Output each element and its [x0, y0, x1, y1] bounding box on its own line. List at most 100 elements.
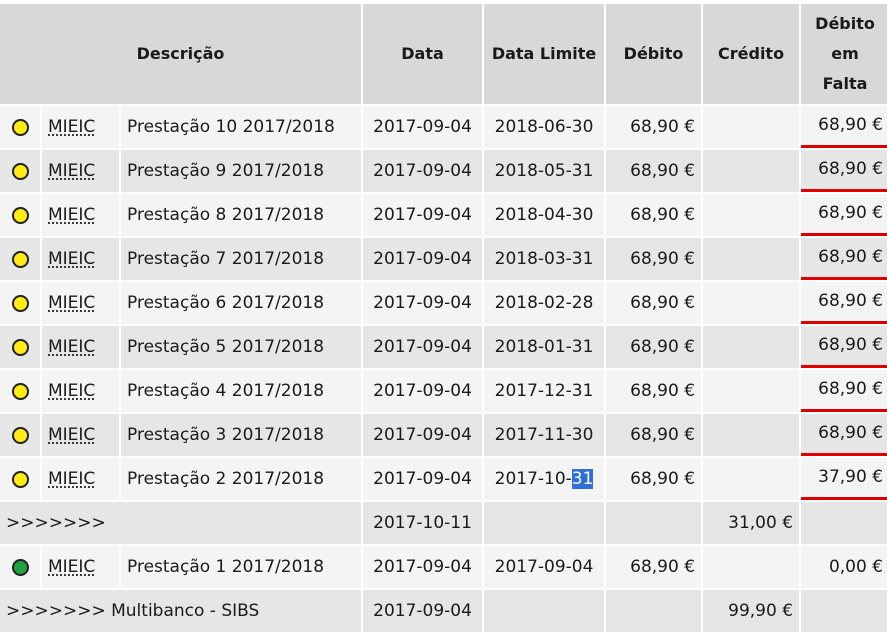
credit-cell	[703, 236, 800, 280]
debit-cell: 68,90 €	[606, 280, 702, 324]
course-cell: MIEIC	[42, 236, 119, 280]
status-cell	[0, 368, 40, 412]
pending-status-icon	[11, 382, 29, 400]
description-cell: Prestação 6 2017/2018	[121, 280, 362, 324]
header-descricao[interactable]: Descrição	[0, 4, 362, 104]
outstanding-cell: 68,90 €	[801, 368, 887, 412]
course-cell: MIEIC	[42, 192, 119, 236]
due-date-cell: 2017-12-31	[484, 368, 605, 412]
header-data[interactable]: Data	[363, 4, 483, 104]
date-cell: 2017-09-04	[363, 104, 483, 148]
course-link[interactable]: MIEIC	[48, 425, 95, 445]
description-cell: Prestação 10 2017/2018	[121, 104, 362, 148]
due-date-cell: 2018-06-30	[484, 104, 605, 148]
course-cell: MIEIC	[42, 104, 119, 148]
status-cell	[0, 104, 40, 148]
outstanding-amount: 68,90 €	[801, 326, 887, 368]
course-cell: MIEIC	[42, 368, 119, 412]
date-cell: 2017-09-04	[363, 588, 483, 632]
header-data-limite[interactable]: Data Limite	[484, 4, 605, 104]
course-link[interactable]: MIEIC	[48, 557, 95, 577]
date-cell: 2017-09-04	[363, 456, 483, 500]
date-cell: 2017-09-04	[363, 544, 483, 588]
outstanding-amount: 37,90 €	[801, 458, 887, 500]
table-row: MIEIC Prestação 7 2017/2018 2017-09-04 2…	[0, 236, 887, 280]
status-cell	[0, 456, 40, 500]
outstanding-cell: 68,90 €	[801, 236, 887, 280]
status-cell	[0, 148, 40, 192]
due-date-prefix: 2017-10-	[494, 469, 572, 489]
table-row: MIEIC Prestação 8 2017/2018 2017-09-04 2…	[0, 192, 887, 236]
debit-cell: 68,90 €	[606, 192, 702, 236]
outstanding-cell	[801, 500, 887, 544]
date-cell: 2017-09-04	[363, 192, 483, 236]
course-link[interactable]: MIEIC	[48, 293, 95, 313]
header-row: Descrição Data Data Limite Débito Crédit…	[0, 4, 887, 104]
status-cell	[0, 280, 40, 324]
selected-text[interactable]: 31	[571, 469, 594, 489]
paid-status-icon	[11, 558, 29, 576]
description-cell: Prestação 2 2017/2018	[121, 456, 362, 500]
status-cell	[0, 412, 40, 456]
pending-status-icon	[11, 426, 29, 444]
payment-row: >>>>>>> 2017-10-11 31,00 €	[0, 500, 887, 544]
description-cell: Prestação 5 2017/2018	[121, 324, 362, 368]
due-date-cell: 2018-02-28	[484, 280, 605, 324]
credit-cell	[703, 544, 800, 588]
outstanding-amount: 68,90 €	[801, 238, 887, 280]
description-cell: Prestação 4 2017/2018	[121, 368, 362, 412]
debit-cell: 68,90 €	[606, 456, 702, 500]
outstanding-amount: 68,90 €	[801, 370, 887, 412]
outstanding-cell: 68,90 €	[801, 412, 887, 456]
status-cell	[0, 544, 40, 588]
credit-cell	[703, 324, 800, 368]
table-row: MIEIC Prestação 4 2017/2018 2017-09-04 2…	[0, 368, 887, 412]
course-link[interactable]: MIEIC	[48, 337, 95, 357]
date-cell: 2017-09-04	[363, 324, 483, 368]
due-date-cell: 2018-01-31	[484, 324, 605, 368]
course-link[interactable]: MIEIC	[48, 381, 95, 401]
course-link[interactable]: MIEIC	[48, 249, 95, 269]
outstanding-cell: 0,00 €	[801, 544, 887, 588]
due-date-cell	[484, 500, 605, 544]
due-date-cell: 2018-03-31	[484, 236, 605, 280]
course-link[interactable]: MIEIC	[48, 469, 95, 489]
debit-cell: 68,90 €	[606, 236, 702, 280]
course-cell: MIEIC	[42, 412, 119, 456]
table-row: MIEIC Prestação 3 2017/2018 2017-09-04 2…	[0, 412, 887, 456]
debit-cell: 68,90 €	[606, 104, 702, 148]
description-cell: Prestação 8 2017/2018	[121, 192, 362, 236]
description-cell: Prestação 7 2017/2018	[121, 236, 362, 280]
description-cell: Prestação 3 2017/2018	[121, 412, 362, 456]
course-cell: MIEIC	[42, 544, 119, 588]
payment-description-cell: >>>>>>> Multibanco - SIBS	[0, 588, 362, 632]
outstanding-amount: 68,90 €	[801, 106, 887, 148]
credit-cell: 31,00 €	[703, 500, 800, 544]
status-cell	[0, 192, 40, 236]
due-date-cell	[484, 588, 605, 632]
course-link[interactable]: MIEIC	[48, 205, 95, 225]
header-debito[interactable]: Débito	[606, 4, 702, 104]
pending-status-icon	[11, 206, 29, 224]
header-debito-em-falta[interactable]: Débito em Falta	[801, 4, 887, 104]
payment-row: >>>>>>> Multibanco - SIBS 2017-09-04 99,…	[0, 588, 887, 632]
header-debito-falta-line2: em	[831, 44, 859, 63]
description-cell: Prestação 9 2017/2018	[121, 148, 362, 192]
credit-cell	[703, 280, 800, 324]
payment-description-cell: >>>>>>>	[0, 500, 362, 544]
debit-cell: 68,90 €	[606, 368, 702, 412]
date-cell: 2017-10-11	[363, 500, 483, 544]
header-credito[interactable]: Crédito	[703, 4, 800, 104]
outstanding-amount: 68,90 €	[801, 194, 887, 236]
date-cell: 2017-09-04	[363, 412, 483, 456]
debit-cell	[606, 500, 702, 544]
credit-cell: 99,90 €	[703, 588, 800, 632]
course-cell: MIEIC	[42, 456, 119, 500]
course-link[interactable]: MIEIC	[48, 161, 95, 181]
course-cell: MIEIC	[42, 280, 119, 324]
debit-cell: 68,90 €	[606, 544, 702, 588]
outstanding-amount: 68,90 €	[801, 414, 887, 456]
pending-status-icon	[11, 294, 29, 312]
pending-status-icon	[11, 162, 29, 180]
course-link[interactable]: MIEIC	[48, 117, 95, 137]
